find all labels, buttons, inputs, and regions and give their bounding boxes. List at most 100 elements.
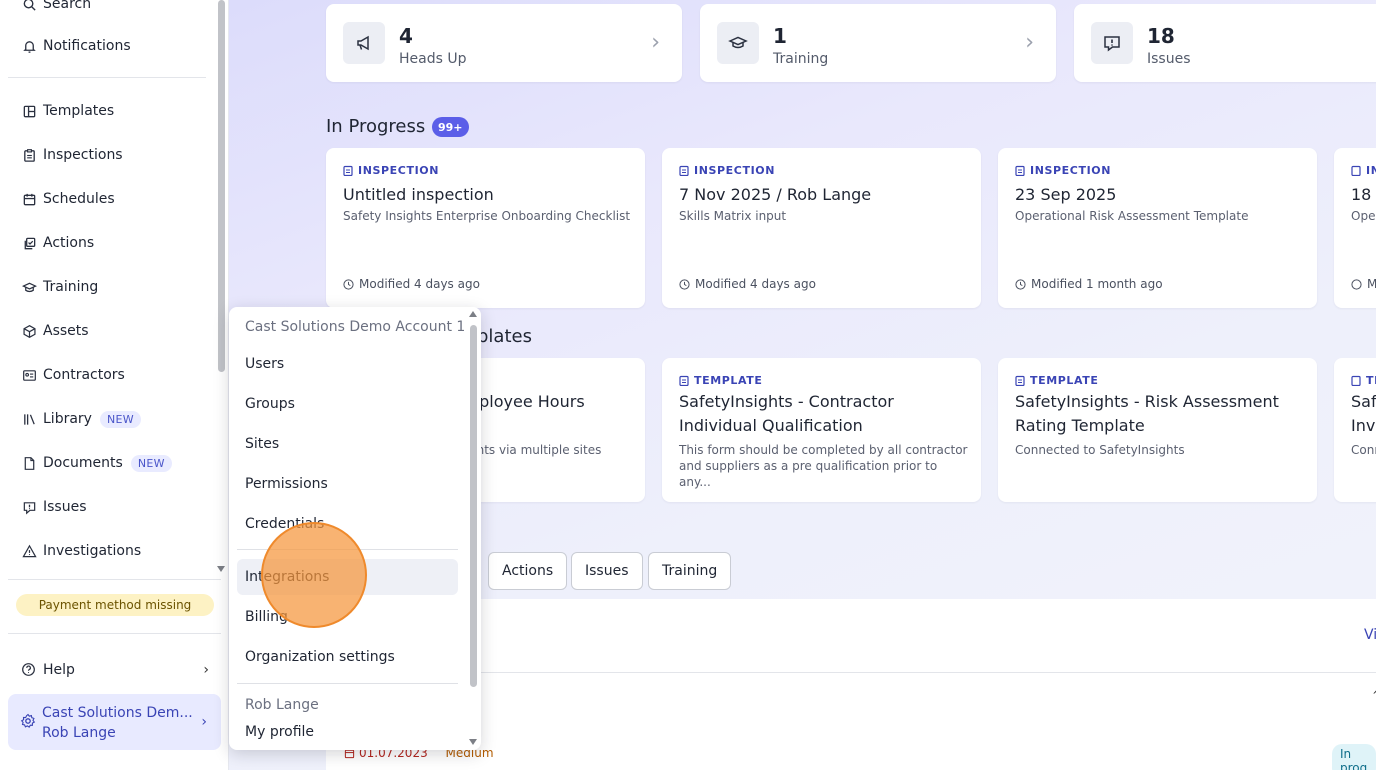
card-title: 7 Nov 2025 / Rob Lange <box>679 185 872 204</box>
card-kind: INSPECTION <box>1015 164 1111 177</box>
card-title: 18 S <box>1351 185 1376 204</box>
sidebar-item-contractors[interactable]: Contractors <box>8 357 208 393</box>
divider <box>237 683 458 684</box>
chevron-right-icon: › <box>203 662 209 678</box>
sidebar-scrollbar[interactable] <box>216 0 227 580</box>
count-badge: 99+ <box>432 117 469 137</box>
sidebar-item-label: Contractors <box>43 367 125 383</box>
card-subtitle: Safety Insights Enterprise Onboarding Ch… <box>343 209 631 223</box>
inspection-card[interactable]: IN 18 S Oper M <box>1334 148 1376 308</box>
sidebar-item-training[interactable]: Training <box>8 269 208 305</box>
menu-user-header: Rob Lange <box>245 697 319 713</box>
sort-caret-icon[interactable]: ^ <box>1372 688 1376 702</box>
sidebar-item-actions[interactable]: Actions <box>8 225 208 261</box>
card-modified: Modified 1 month ago <box>1015 277 1163 291</box>
view-all-link[interactable]: View <box>1364 627 1376 643</box>
chevron-right-icon: › <box>651 30 660 55</box>
stat-label: Issues <box>1147 51 1191 67</box>
calendar-icon <box>21 191 37 207</box>
sidebar-item-search[interactable]: Search <box>8 0 208 22</box>
clock-icon <box>343 278 354 290</box>
template-card[interactable]: TEMPLATE SafetyInsights - Contractor Ind… <box>662 358 981 502</box>
card-subtitle: Connected to SafetyInsights <box>1015 443 1185 457</box>
tab-issues[interactable]: Issues <box>571 552 643 590</box>
divider <box>8 579 221 580</box>
activity-panel <box>326 599 1376 770</box>
clipboard-icon <box>1351 375 1361 386</box>
sidebar-item-documents[interactable]: Documents NEW <box>8 445 208 481</box>
divider <box>8 633 221 634</box>
clipboard-icon <box>679 375 689 386</box>
card-title: Safe Inve <box>1351 392 1376 435</box>
menu-item-users[interactable]: Users <box>237 346 458 382</box>
sidebar-item-issues[interactable]: Issues <box>8 489 208 525</box>
help-label: Help <box>43 662 75 678</box>
sidebar-item-investigations[interactable]: Investigations <box>8 533 208 569</box>
sidebar-item-label: Training <box>43 279 99 295</box>
sidebar-item-label: Documents <box>43 455 123 471</box>
tab-training[interactable]: Training <box>648 552 732 590</box>
sidebar-item-label: Assets <box>43 323 89 339</box>
section-title-in-progress: In Progress <box>326 116 426 137</box>
sidebar-item-inspections[interactable]: Inspections <box>8 137 208 173</box>
card-kind: IN <box>1351 164 1376 177</box>
sidebar-item-notifications[interactable]: Notifications <box>8 28 208 64</box>
new-badge: NEW <box>130 454 172 472</box>
sidebar-item-schedules[interactable]: Schedules <box>8 181 208 217</box>
stat-label: Heads Up <box>399 51 467 67</box>
scroll-down-arrow[interactable] <box>469 739 477 745</box>
menu-item-my-profile[interactable]: My profile <box>237 724 458 750</box>
payment-warning-badge[interactable]: Payment method missing <box>16 594 214 616</box>
sidebar-item-templates[interactable]: Templates <box>8 93 208 129</box>
menu-scrollbar[interactable] <box>468 307 479 750</box>
sidebar-item-library[interactable]: Library NEW <box>8 401 208 437</box>
stat-card-issues[interactable]: 18 Issues <box>1074 4 1376 82</box>
stat-count: 18 <box>1147 24 1175 48</box>
section-title-templates: plates <box>477 326 532 347</box>
scroll-down-arrow[interactable] <box>217 566 225 572</box>
tab-actions[interactable]: Actions <box>488 552 568 590</box>
chevron-right-icon: › <box>1025 30 1034 55</box>
stat-count: 1 <box>773 24 787 48</box>
clipboard-icon <box>21 147 37 163</box>
graduation-cap-icon <box>21 279 37 295</box>
stat-card-training[interactable]: 1 Training › <box>700 4 1056 82</box>
help-menu-item[interactable]: Help › <box>8 652 221 688</box>
card-title: SafetyInsights - Contractor Individual Q… <box>679 392 894 435</box>
divider <box>8 77 206 78</box>
menu-item-sites[interactable]: Sites <box>237 426 458 462</box>
inspection-card[interactable]: INSPECTION 23 Sep 2025 Operational Risk … <box>998 148 1317 308</box>
gear-icon <box>20 713 36 728</box>
clock-icon <box>1015 278 1026 290</box>
bell-icon <box>21 38 37 54</box>
card-subtitle: This form should be completed by all con… <box>679 443 968 489</box>
stat-card-heads-up[interactable]: 4 Heads Up › <box>326 4 682 82</box>
menu-item-organization-settings[interactable]: Organization settings <box>237 639 458 675</box>
card-title: 23 Sep 2025 <box>1015 185 1117 204</box>
megaphone-icon <box>343 22 385 64</box>
stat-label: Training <box>773 51 829 67</box>
inspection-card[interactable]: INSPECTION Untitled inspection Safety In… <box>326 148 645 308</box>
menu-org-header: Cast Solutions Demo Account 1 <box>245 319 466 335</box>
sidebar-item-label: Inspections <box>43 147 123 163</box>
scrollbar-thumb[interactable] <box>470 325 477 687</box>
sidebar-item-assets[interactable]: Assets <box>8 313 208 349</box>
template-card[interactable]: TE Safe Inve Conr <box>1334 358 1376 502</box>
sidebar-item-label: Notifications <box>43 38 131 54</box>
library-icon <box>21 411 37 427</box>
account-switcher[interactable]: Cast Solutions Dem... Rob Lange › <box>8 694 221 750</box>
menu-item-groups[interactable]: Groups <box>237 386 458 422</box>
document-icon <box>21 455 37 471</box>
help-icon <box>21 662 37 678</box>
template-card[interactable]: TEMPLATE SafetyInsights - Risk Assessmen… <box>998 358 1317 502</box>
menu-item-permissions[interactable]: Permissions <box>237 466 458 502</box>
cube-icon <box>21 323 37 339</box>
stat-count: 4 <box>399 24 413 48</box>
card-subtitle: Conr <box>1351 443 1376 457</box>
inspection-card[interactable]: INSPECTION 7 Nov 2025 / Rob Lange Skills… <box>662 148 981 308</box>
card-modified: Modified 4 days ago <box>679 277 816 291</box>
account-user-name: Rob Lange <box>42 725 116 741</box>
sidebar-item-label: Search <box>43 0 92 12</box>
scroll-up-arrow[interactable] <box>469 311 477 317</box>
scrollbar-thumb[interactable] <box>218 0 225 372</box>
